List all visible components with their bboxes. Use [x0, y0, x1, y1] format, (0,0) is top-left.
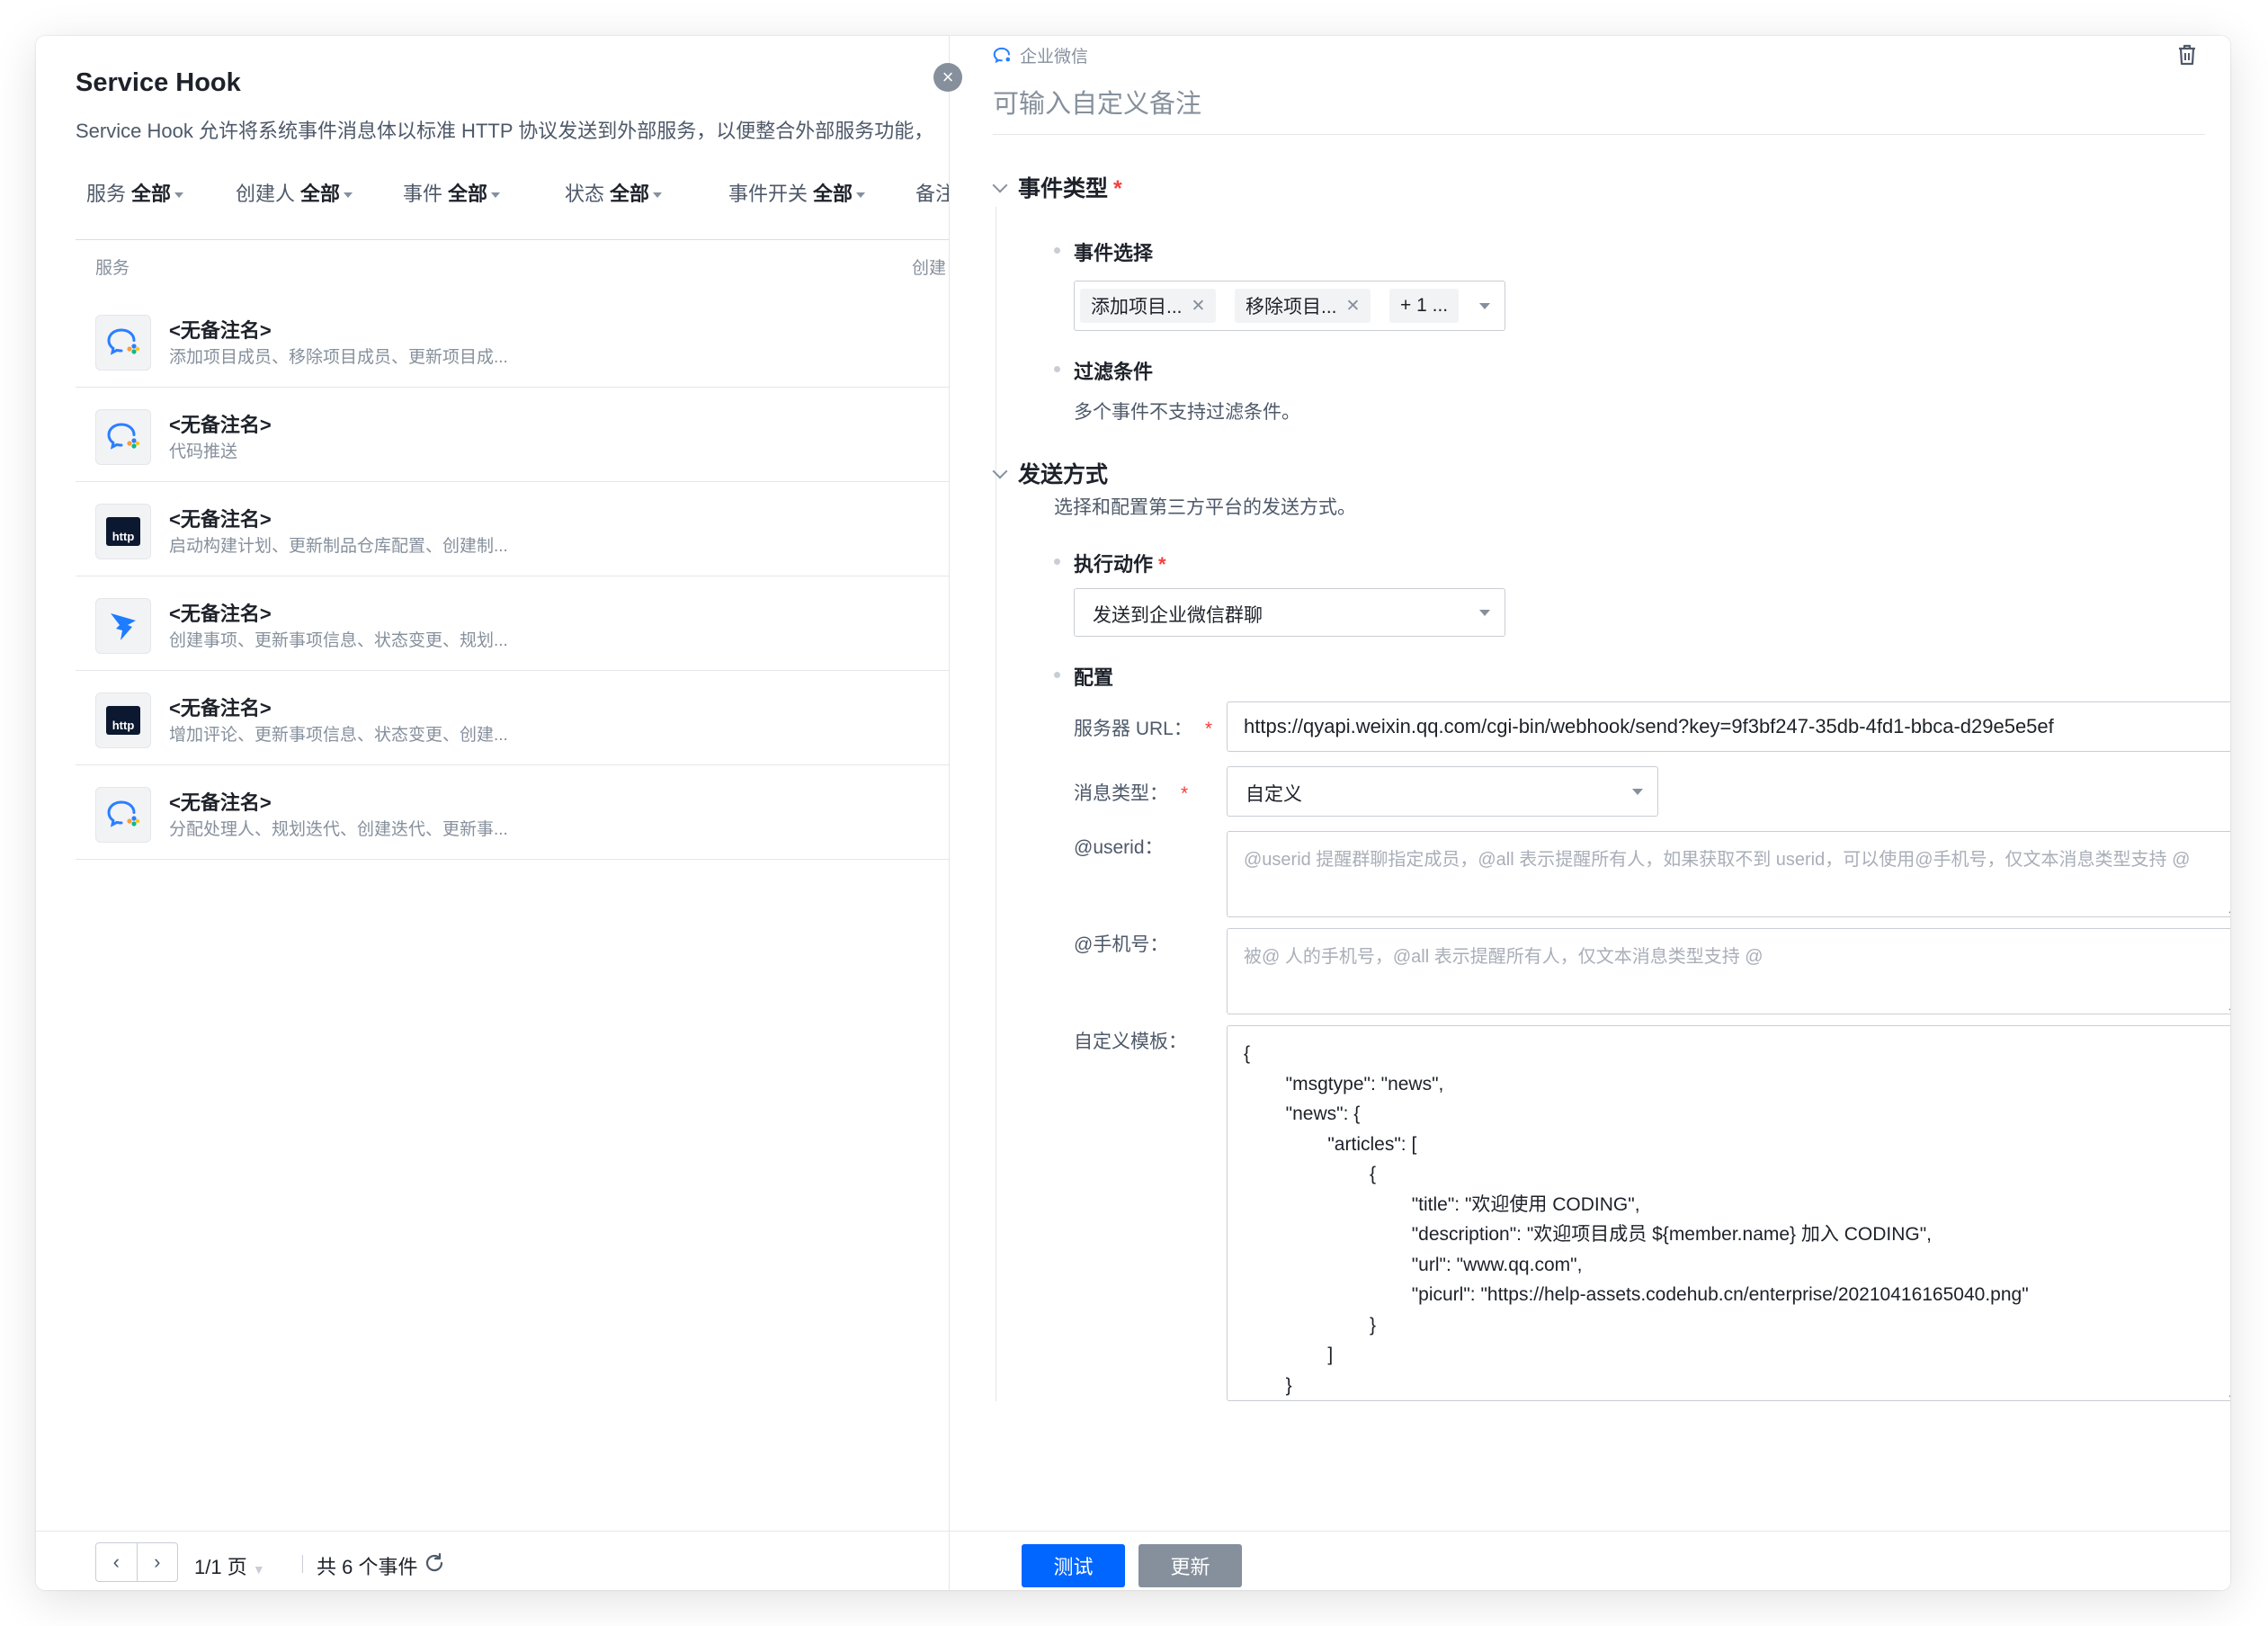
userid-textarea[interactable]: @userid 提醒群聊指定成员，@all 表示提醒所有人，如果获取不到 use… — [1227, 831, 2230, 917]
chevron-down-icon — [992, 177, 1008, 193]
test-button[interactable]: 测试 — [1022, 1544, 1125, 1587]
chevron-down-icon — [174, 192, 184, 199]
hook-events: 添加项目成员、移除项目成员、更新项目成... — [169, 348, 508, 367]
action-label: 执行动作 * — [1054, 549, 1166, 577]
resize-handle-icon[interactable] — [2227, 1387, 2230, 1398]
service-hook-list-panel: Service Hook Service Hook 允许将系统事件消息体以标准 … — [36, 36, 987, 1590]
filter-event[interactable]: 事件 全部 — [403, 178, 501, 207]
list-item[interactable]: <无备注名> 添加项目成员、移除项目成员、更新项目成... 廖豇 — [76, 293, 987, 388]
event-tag[interactable]: 移除项目... ✕ — [1235, 289, 1371, 323]
chevron-down-icon — [1632, 789, 1643, 795]
hook-name: <无备注名> — [169, 508, 272, 531]
prev-page-button[interactable]: ‹ — [96, 1543, 138, 1581]
trash-icon[interactable] — [2176, 43, 2198, 67]
hook-name: <无备注名> — [169, 603, 272, 625]
total-count: 共 6 个事件 — [317, 1556, 418, 1578]
list-item[interactable]: http <无备注名> 启动构建计划、更新制品仓库配置、创建制... 廖豇 — [76, 482, 987, 576]
http-icon: http — [95, 692, 151, 748]
wechat-work-icon — [95, 315, 151, 371]
page-description: Service Hook 允许将系统事件消息体以标准 HTTP 协议发送到外部服… — [76, 120, 934, 142]
divider — [302, 1555, 303, 1573]
action-bar: 测试 更新 — [950, 1531, 2230, 1590]
app-window: Service Hook Service Hook 允许将系统事件消息体以标准 … — [36, 36, 2230, 1590]
userid-label: @userid： — [1074, 837, 1164, 858]
close-icon[interactable]: ✕ — [1192, 296, 1206, 317]
template-code: { "msgtype": "news", "news": { "articles… — [1244, 1043, 2029, 1396]
list-item[interactable]: <无备注名> 代码推送 廖豇 — [76, 388, 987, 482]
next-page-button[interactable]: › — [138, 1543, 178, 1581]
filter-creator[interactable]: 创建人 全部 — [236, 178, 353, 207]
event-tag-more[interactable]: + 1 ... — [1389, 289, 1460, 323]
refresh-icon[interactable] — [423, 1551, 446, 1575]
http-icon: http — [95, 504, 151, 559]
filter-bar: 服务 全部 创建人 全部 事件 全部 状态 全部 事件开关 全部 备注 — [86, 178, 950, 214]
close-icon[interactable]: × — [933, 63, 962, 92]
event-selection-label: 事件选择 — [1053, 237, 1153, 266]
filter-status[interactable]: 状态 全部 — [565, 178, 663, 207]
chevron-down-icon — [344, 192, 353, 199]
hook-name: <无备注名> — [169, 319, 272, 342]
hook-events: 代码推送 — [169, 442, 238, 461]
template-label: 自定义模板： — [1074, 1032, 1187, 1052]
server-url-input[interactable]: https://qyapi.weixin.qq.com/cgi-bin/webh… — [1227, 701, 2230, 752]
hook-events: 分配处理人、规划迭代、创建迭代、更新事... — [169, 820, 508, 839]
chevron-down-icon — [1479, 610, 1490, 616]
chevron-down-icon — [1479, 303, 1490, 309]
msg-type-label: 消息类型： * — [1074, 783, 1189, 804]
chevron-down-icon — [856, 192, 866, 199]
filter-service[interactable]: 服务 全部 — [86, 178, 184, 207]
column-header-service: 服务 — [95, 259, 130, 278]
close-icon[interactable]: ✕ — [1346, 296, 1361, 317]
divider — [993, 134, 2205, 135]
send-method-description: 选择和配置第三方平台的发送方式。 — [1054, 497, 1356, 518]
pager: ‹ › — [95, 1542, 178, 1582]
mobile-textarea[interactable]: 被@ 人的手机号，@all 表示提醒所有人，仅文本消息类型支持 @ — [1227, 928, 2230, 1014]
page-select[interactable]: 1/1 页 ▼ — [194, 1551, 265, 1580]
page-title: Service Hook — [76, 68, 241, 97]
hook-events: 增加评论、更新事项信息、状态变更、创建... — [169, 726, 508, 745]
list-item[interactable]: <无备注名> 创建事项、更新事项信息、状态变更、规划... 廖豇 — [76, 576, 987, 671]
mobile-label: @手机号： — [1074, 934, 1169, 955]
remark-input[interactable]: 可输入自定义备注 — [993, 83, 1201, 121]
dingtalk-icon — [95, 598, 151, 654]
resize-handle-icon[interactable] — [2227, 1000, 2230, 1011]
resize-handle-icon[interactable] — [2227, 903, 2230, 914]
template-textarea[interactable]: { "msgtype": "news", "news": { "articles… — [1227, 1025, 2230, 1401]
list-item[interactable]: http <无备注名> 增加评论、更新事项信息、状态变更、创建... 廖豇 — [76, 671, 987, 765]
divider — [76, 239, 949, 240]
hook-events: 创建事项、更新事项信息、状态变更、规划... — [169, 631, 508, 650]
section-send-method[interactable]: 发送方式 — [992, 457, 1108, 489]
filter-event-switch[interactable]: 事件开关 全部 — [728, 178, 866, 207]
wechat-work-icon — [95, 787, 151, 843]
event-tag[interactable]: 添加项目... ✕ — [1080, 289, 1217, 323]
hook-name: <无备注名> — [169, 414, 272, 436]
hook-list: <无备注名> 添加项目成员、移除项目成员、更新项目成... 廖豇 <无备注名> … — [76, 293, 987, 860]
wechat-work-icon — [993, 47, 1011, 63]
chevron-down-icon — [992, 463, 1008, 479]
hook-name: <无备注名> — [169, 791, 272, 814]
column-header-creator: 创建 — [912, 259, 947, 278]
pagination-bar: ‹ › 1/1 页 ▼ 共 6 个事件 — [36, 1531, 949, 1590]
action-select[interactable]: 发送到企业微信群聊 — [1074, 588, 1505, 637]
filter-condition-label: 过滤条件 — [1053, 356, 1153, 385]
update-button[interactable]: 更新 — [1138, 1544, 1242, 1587]
chevron-down-icon: ▼ — [252, 1562, 265, 1577]
hook-detail-panel: 企业微信 可输入自定义备注 事件类型 * 事件选择 添加项目... ✕ 移除项目..… — [949, 36, 2230, 1590]
filter-condition-note: 多个事件不支持过滤条件。 — [1074, 402, 1300, 423]
chevron-down-icon — [653, 192, 663, 199]
list-item[interactable]: <无备注名> 分配处理人、规划迭代、创建迭代、更新事... 廖豇 — [76, 765, 987, 860]
msg-type-select[interactable]: 自定义 — [1227, 766, 1658, 817]
service-tag: 企业微信 — [993, 43, 1088, 67]
wechat-work-icon — [95, 409, 151, 465]
filter-remark[interactable]: 备注 — [915, 178, 950, 207]
hook-events: 启动构建计划、更新制品仓库配置、创建制... — [169, 537, 508, 556]
event-multiselect[interactable]: 添加项目... ✕ 移除项目... ✕ + 1 ... — [1074, 281, 1505, 331]
config-label: 配置 — [1053, 662, 1113, 691]
chevron-down-icon — [491, 192, 501, 199]
server-url-label: 服务器 URL： * — [1074, 719, 1213, 739]
section-event-type[interactable]: 事件类型 * — [992, 171, 1122, 203]
hook-name: <无备注名> — [169, 697, 272, 719]
